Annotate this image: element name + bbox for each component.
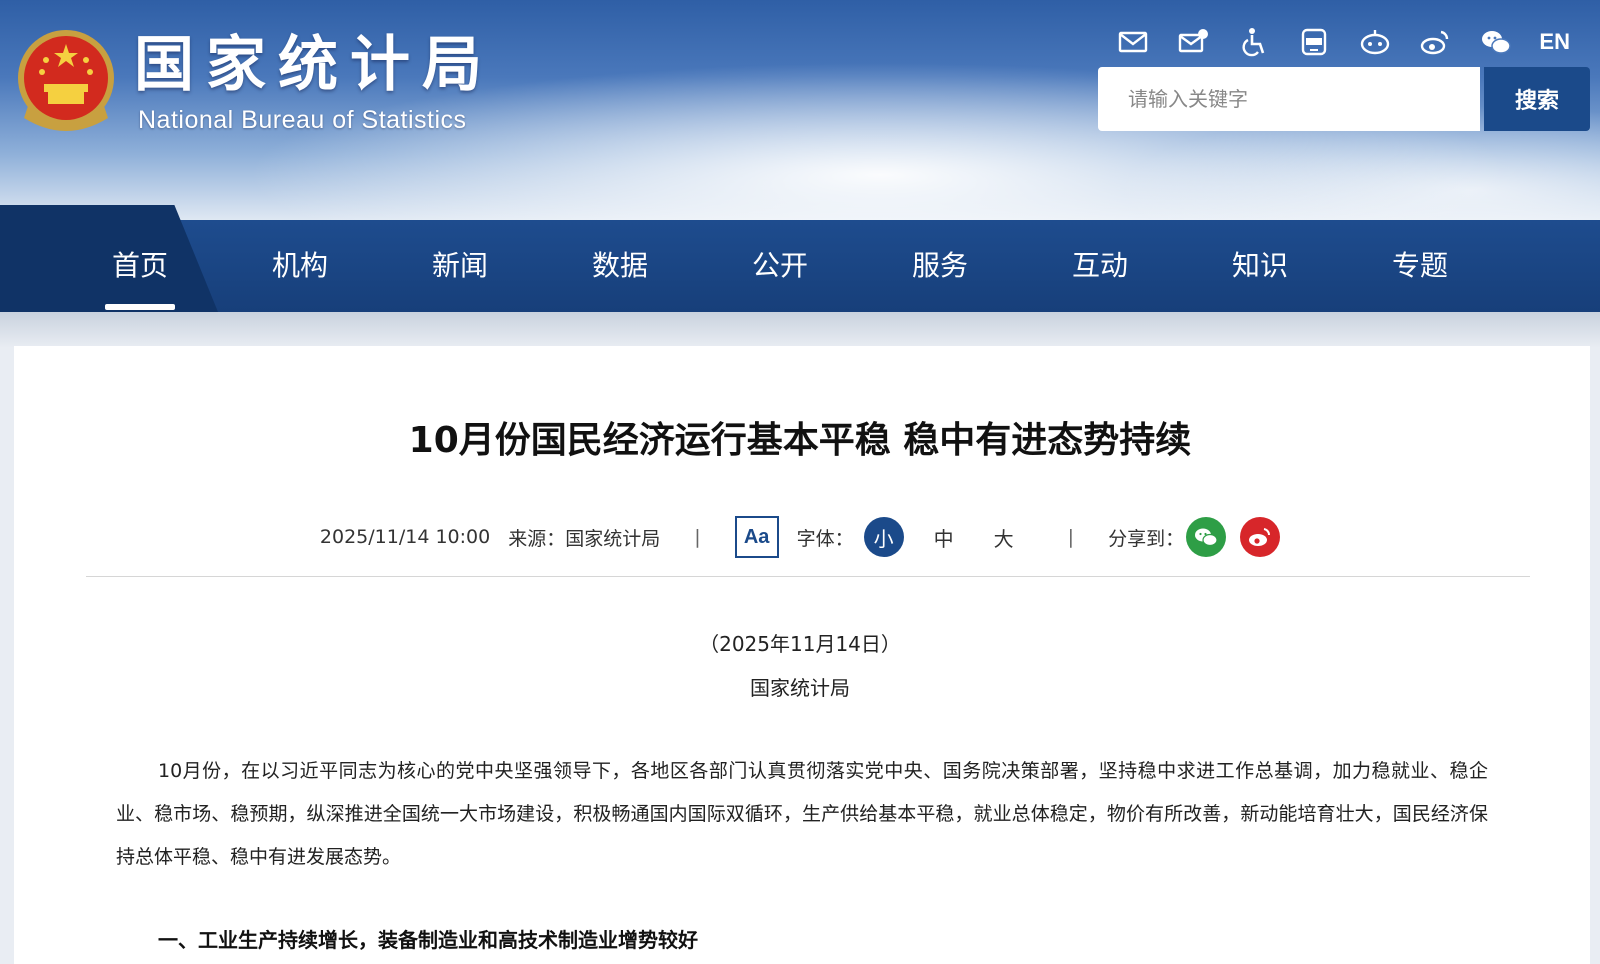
article-title: 10月份国民经济运行基本平稳 稳中有进态势持续 bbox=[408, 420, 1192, 461]
share-label: 分享到： bbox=[1108, 527, 1185, 550]
nav-item-news[interactable]: 新闻 bbox=[380, 220, 540, 312]
site-header: 国家统计局 National Bureau of Statistics EN 搜… bbox=[0, 0, 1600, 220]
nav-item-topics[interactable]: 专题 bbox=[1340, 220, 1500, 312]
search-input[interactable] bbox=[1098, 67, 1480, 131]
article-dateline: （2025年11月14日） bbox=[699, 632, 901, 656]
nav-item-interaction[interactable]: 互动 bbox=[1020, 220, 1180, 312]
site-name-en[interactable]: National Bureau of Statistics bbox=[138, 106, 467, 135]
font-size-icon: Aa bbox=[734, 516, 779, 558]
letter-icon[interactable] bbox=[1176, 25, 1210, 59]
font-size-label: 字体： bbox=[796, 527, 854, 550]
nav-item-home[interactable]: 首页 bbox=[60, 220, 220, 312]
robot-icon[interactable] bbox=[1358, 25, 1392, 59]
nav-item-organization[interactable]: 机构 bbox=[220, 220, 380, 312]
article-meta: 2025/11/14 10:00 来源：国家统计局 | Aa 字体： 小 中 大… bbox=[0, 512, 1600, 562]
font-size-medium-button[interactable]: 中 bbox=[924, 517, 964, 557]
language-en-link[interactable]: EN bbox=[1539, 29, 1570, 55]
accessibility-icon[interactable] bbox=[1237, 25, 1271, 59]
section-heading: 一、工业生产持续增长，装备制造业和高技术制造业增势较好 bbox=[158, 928, 698, 952]
meta-separator: | bbox=[694, 526, 701, 548]
nav-item-public[interactable]: 公开 bbox=[700, 220, 860, 312]
title-divider bbox=[86, 576, 1530, 577]
search-button[interactable]: 搜索 bbox=[1484, 67, 1590, 131]
nav-item-services[interactable]: 服务 bbox=[860, 220, 1020, 312]
nav-item-data[interactable]: 数据 bbox=[540, 220, 700, 312]
weibo-icon[interactable] bbox=[1418, 25, 1452, 59]
share-weibo-icon[interactable] bbox=[1240, 517, 1281, 557]
font-size-small-button[interactable]: 小 bbox=[863, 517, 904, 557]
article-source: 来源：国家统计局 bbox=[508, 527, 661, 550]
mail-icon[interactable] bbox=[1116, 25, 1150, 59]
national-emblem-icon[interactable] bbox=[14, 26, 118, 136]
publish-date: 2025/11/14 10:00 bbox=[319, 526, 491, 548]
meta-separator: | bbox=[1067, 526, 1075, 548]
nav-shadow bbox=[0, 312, 1600, 348]
share-wechat-icon[interactable] bbox=[1186, 517, 1227, 557]
nav-item-knowledge[interactable]: 知识 bbox=[1180, 220, 1340, 312]
header-toolbar: EN bbox=[1116, 22, 1570, 62]
site-name[interactable]: 国家统计局 bbox=[134, 30, 494, 100]
app-icon[interactable] bbox=[1297, 25, 1331, 59]
article-paragraph: 10月份，在以习近平同志为核心的党中央坚强领导下，各地区各部门认真贯彻落实党中央… bbox=[116, 760, 1488, 868]
font-size-large-button[interactable]: 大 bbox=[984, 517, 1024, 557]
wechat-icon[interactable] bbox=[1479, 25, 1513, 59]
article-byline: 国家统计局 bbox=[750, 676, 850, 700]
nav-items: 首页 机构 新闻 数据 公开 服务 互动 知识 专题 bbox=[60, 220, 1500, 312]
